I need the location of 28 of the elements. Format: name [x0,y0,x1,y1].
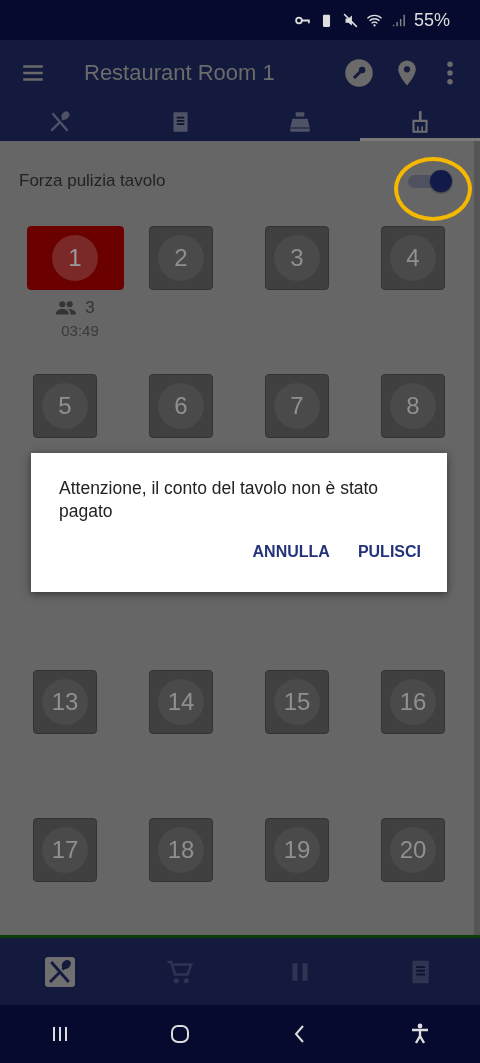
table-tile[interactable]: 4 [381,226,445,290]
table-tile[interactable]: 16 [381,670,445,734]
dialog-button[interactable]: ANNULLA [252,542,330,561]
table-tile[interactable]: 2 [149,226,213,290]
table-tile[interactable]: 6 [149,374,213,438]
people-icon [55,300,78,316]
battery-percentage: 55% [413,9,450,31]
table-tile[interactable]: 8 [381,374,445,438]
force-clean-label: Forza pulizia tavolo [19,171,166,191]
table-tile[interactable]: 15 [265,670,329,734]
table-tile[interactable]: 1 [26,226,124,290]
mute-icon [341,11,359,29]
table-tile[interactable]: 3 [265,226,329,290]
table-tile[interactable]: 7 [265,374,329,438]
table-tile[interactable]: 20 [381,818,445,882]
table-tile[interactable]: 5 [33,374,97,438]
cutlery-icon [45,956,75,987]
table-tile[interactable]: 18 [149,818,213,882]
table-tile[interactable]: 14 [149,670,213,734]
dialog-message: Attenzione, il conto del tavolo non è stato pagato [59,477,380,523]
table-tile[interactable]: 17 [33,818,97,882]
toggle-switch[interactable] [406,170,452,192]
wrench-icon[interactable] [344,57,374,88]
table-tile[interactable]: 13 [33,670,97,734]
table-tile[interactable]: 19 [265,818,329,882]
home-icon[interactable] [168,1022,192,1046]
dialog-button[interactable]: PULISCI [357,542,421,561]
app-title: Restaurant Room 1 [84,59,276,86]
